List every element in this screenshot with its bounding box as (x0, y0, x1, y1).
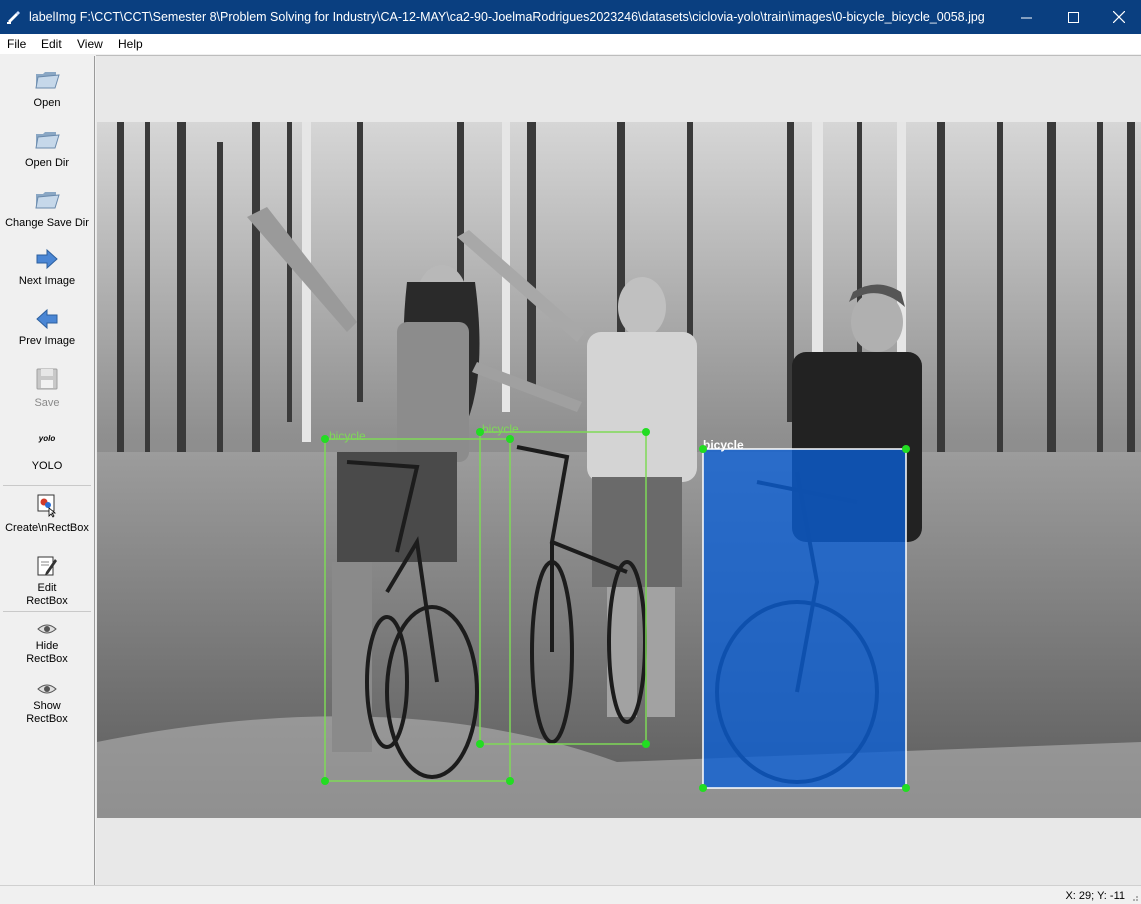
toolbar-separator (3, 611, 91, 612)
show-rectbox-label-1: Show (33, 700, 61, 712)
bbox-handle[interactable] (902, 445, 910, 453)
show-rectbox-button[interactable]: Show RectBox (0, 682, 94, 726)
open-dir-label: Open Dir (24, 157, 70, 169)
arrow-left-icon (36, 308, 58, 330)
annotated-photo[interactable]: bicycle bicycle bicycle (97, 122, 1141, 818)
open-dir-button[interactable]: Open Dir (0, 126, 94, 170)
open-label: Open (33, 97, 61, 109)
bbox-handle[interactable] (321, 435, 329, 443)
resize-grip-icon[interactable] (1129, 892, 1139, 902)
bbox-handle[interactable] (476, 740, 484, 748)
bbox-selected-fill[interactable] (702, 448, 907, 789)
next-image-label: Next Image (18, 275, 76, 287)
hide-rectbox-button[interactable]: Hide RectBox (0, 622, 94, 666)
edit-pencil-icon (37, 556, 57, 576)
maximize-button[interactable] (1050, 0, 1096, 34)
create-rectbox-label: Create\nRectBox (5, 522, 89, 534)
bbox-handle[interactable] (699, 445, 707, 453)
menu-help[interactable]: Help (118, 37, 143, 51)
bbox-handle[interactable] (902, 784, 910, 792)
change-save-dir-button[interactable]: Change Save Dir (0, 186, 94, 230)
folder-open-icon (35, 192, 60, 209)
edit-rectbox-label-1: Edit (37, 582, 57, 594)
menu-bar: File Edit View Help (0, 34, 1141, 54)
hide-rectbox-label-2: RectBox (26, 653, 68, 665)
eye-icon (37, 624, 57, 634)
create-rect-icon (37, 494, 57, 518)
next-image-button[interactable]: Next Image (0, 246, 94, 288)
bbox-label: bicycle (329, 429, 366, 443)
folder-open-icon (35, 132, 60, 149)
minimize-icon (1020, 17, 1032, 18)
bbox-label: bicycle (703, 438, 744, 452)
menu-edit[interactable]: Edit (41, 37, 62, 51)
close-button[interactable] (1096, 0, 1141, 34)
save-label: Save (34, 397, 60, 409)
bbox-handle[interactable] (699, 784, 707, 792)
annotation-box-selected[interactable]: bicycle (699, 438, 910, 792)
bbox-handle[interactable] (506, 435, 514, 443)
yolo-icon: yolo (38, 434, 56, 443)
open-button[interactable]: Open (0, 66, 94, 110)
toolbar-separator (3, 485, 91, 486)
floppy-disk-icon (36, 368, 58, 390)
edit-rectbox-label-2: RectBox (26, 595, 68, 607)
change-save-dir-label: Change Save Dir (5, 217, 89, 229)
eye-icon (37, 684, 57, 694)
prev-image-button[interactable]: Prev Image (0, 306, 94, 348)
prev-image-label: Prev Image (18, 335, 76, 347)
maximize-icon (1067, 11, 1079, 23)
arrow-right-icon (36, 248, 58, 270)
left-toolbar: Open Open Dir Change Save Dir Next Image… (0, 56, 95, 885)
yolo-format-button[interactable]: yolo YOLO (0, 432, 94, 473)
bbox-handle[interactable] (321, 777, 329, 785)
minimize-button[interactable] (1003, 0, 1049, 34)
hide-rectbox-label-1: Hide (35, 640, 59, 652)
bbox-handle[interactable] (642, 740, 650, 748)
window-title: labelImg F:\CCT\CCT\Semester 8\Problem S… (29, 10, 985, 24)
title-bar: labelImg F:\CCT\CCT\Semester 8\Problem S… (0, 0, 1141, 34)
show-rectbox-label-2: RectBox (26, 713, 68, 725)
bbox-handle[interactable] (476, 428, 484, 436)
bbox-handle[interactable] (506, 777, 514, 785)
status-bar: X: 29; Y: -11 (0, 885, 1141, 904)
close-icon (1113, 11, 1125, 23)
save-button[interactable]: Save (0, 366, 94, 410)
yolo-label: YOLO (31, 460, 63, 472)
cursor-coordinates: X: 29; Y: -11 (1065, 890, 1125, 902)
menu-view[interactable]: View (77, 37, 103, 51)
bbox-label: bicycle (482, 422, 519, 436)
menu-file[interactable]: File (7, 37, 26, 51)
labelimg-app-icon (7, 11, 20, 24)
edit-rectbox-button[interactable]: Edit RectBox (0, 553, 94, 608)
create-rectbox-button[interactable]: Create\nRectBox (0, 492, 94, 535)
bbox-handle[interactable] (642, 428, 650, 436)
folder-open-icon (35, 72, 60, 89)
